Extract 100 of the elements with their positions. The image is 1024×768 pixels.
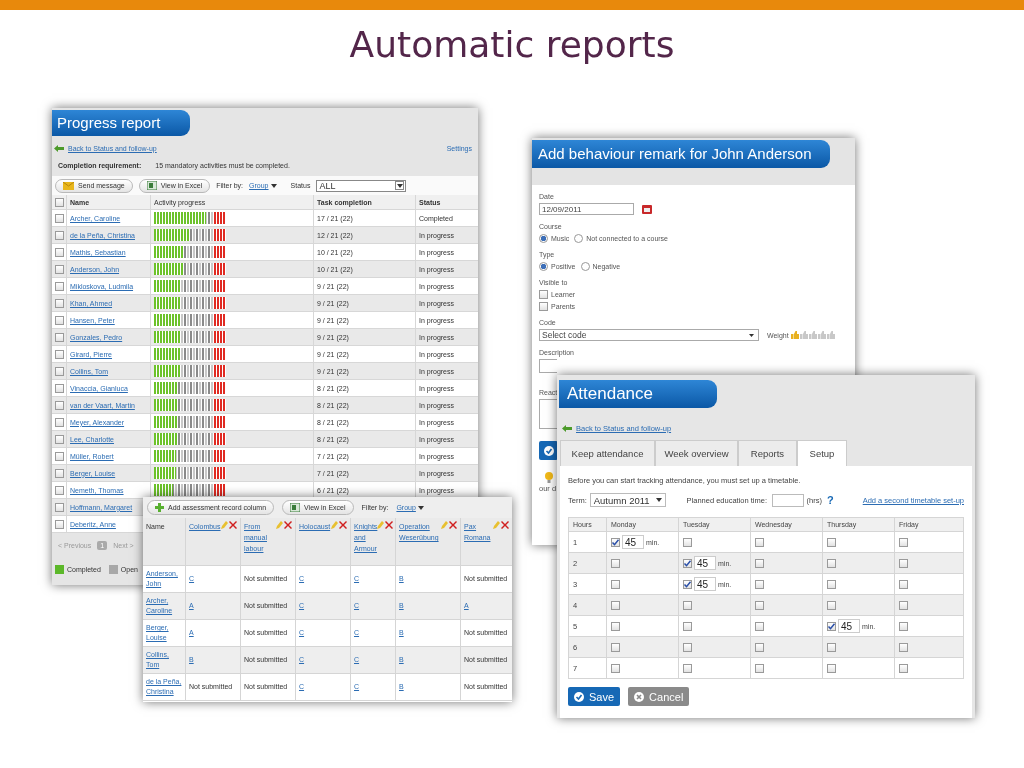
checkbox[interactable] [55,213,64,223]
checkbox[interactable] [683,600,692,610]
minutes-field[interactable]: 45 [694,577,716,591]
checkbox[interactable] [55,332,64,342]
checkbox[interactable] [55,485,64,495]
caret-icon [417,505,424,510]
calendar-icon[interactable] [642,204,652,214]
checkbox[interactable] [683,621,692,631]
checkbox[interactable] [611,558,620,568]
checkbox[interactable] [899,663,908,673]
checkbox[interactable] [755,537,764,547]
code-select[interactable]: Select code [539,329,759,341]
checkbox[interactable] [55,434,64,444]
checkbox[interactable] [683,537,692,547]
checkbox[interactable] [55,417,64,427]
delete-icon[interactable] [229,521,237,529]
checkbox[interactable] [611,537,620,547]
spreadsheet-icon [290,503,301,512]
checkbox[interactable] [899,537,908,547]
checkbox[interactable] [55,366,64,376]
checkbox[interactable] [755,558,764,568]
checkbox[interactable] [683,663,692,673]
radio-button[interactable] [539,234,548,243]
checkbox[interactable] [899,642,908,652]
panel-title: Attendance [559,380,717,408]
caret-icon [655,498,662,502]
checkbox[interactable] [827,579,836,589]
checkbox[interactable] [899,600,908,610]
close-icon [634,691,645,702]
help-link[interactable]: ? [826,494,834,506]
delete-icon[interactable] [449,521,457,529]
checkbox[interactable] [55,502,64,512]
tab[interactable]: Keep attendance [560,440,655,466]
checkbox[interactable] [55,451,64,461]
delete-icon[interactable] [284,521,292,529]
checkbox[interactable] [755,600,764,610]
checkbox[interactable] [539,302,548,311]
checkbox[interactable] [611,600,620,610]
checkbox[interactable] [611,663,620,673]
back-arrow-icon [54,143,64,153]
select-all-checkbox[interactable] [55,197,64,207]
status-select[interactable]: ALL [316,179,407,192]
date-field[interactable]: 12/09/2011 [539,203,634,215]
description-field[interactable] [539,359,557,373]
checkbox[interactable] [611,579,620,589]
checkbox[interactable] [55,281,64,291]
delete-icon[interactable] [339,521,347,529]
checkbox[interactable] [827,642,836,652]
checkbox[interactable] [899,558,908,568]
tab[interactable]: Reports [738,440,797,466]
delete-icon[interactable] [385,521,394,529]
checkbox[interactable] [55,315,64,325]
check-icon [574,691,584,702]
checkbox[interactable] [55,468,64,478]
checkbox[interactable] [827,663,836,673]
delete-icon[interactable] [501,521,509,529]
term-select[interactable]: Autumn 2011 [589,493,666,507]
envelope-icon [63,181,74,190]
caret-icon [396,183,403,188]
minutes-field[interactable]: 45 [622,535,644,549]
checkbox[interactable] [55,383,64,393]
radio-button[interactable] [574,234,584,243]
check-icon [543,445,554,456]
checkbox[interactable] [755,663,764,673]
checkbox[interactable] [55,400,64,410]
checkbox[interactable] [755,642,764,652]
checkbox[interactable] [827,537,836,547]
checkbox[interactable] [539,290,548,299]
checkbox[interactable] [755,621,764,631]
checkbox[interactable] [55,298,64,308]
minutes-field[interactable]: 45 [838,619,860,633]
checkbox[interactable] [827,600,836,610]
checkbox[interactable] [55,349,64,359]
checkbox[interactable] [755,579,764,589]
cancel-button[interactable]: Cancel [628,687,690,706]
planned-time-field[interactable] [772,493,804,507]
checkbox[interactable] [55,519,64,529]
checkbox[interactable] [899,621,908,631]
checkbox[interactable] [899,579,908,589]
checkbox[interactable] [55,264,64,274]
checkbox[interactable] [827,558,836,568]
checkbox[interactable] [683,642,692,652]
tab[interactable]: Week overview [655,440,738,466]
checkbox[interactable] [55,247,64,257]
checkbox[interactable] [55,230,64,240]
caret-icon [749,333,754,337]
light-bulb-icon [545,472,553,483]
spreadsheet-icon [146,181,157,190]
tab[interactable]: Setup [797,440,847,466]
panel-title: Add behaviour remark for John Anderson [532,140,830,168]
checkbox[interactable] [827,621,836,631]
radio-button[interactable] [580,262,590,271]
checkbox[interactable] [611,621,620,631]
checkbox[interactable] [683,579,692,589]
radio-button[interactable] [539,262,548,271]
minutes-field[interactable]: 45 [694,556,716,570]
save-button[interactable]: Save [568,687,621,706]
checkbox[interactable] [683,558,692,568]
caret-icon [270,183,277,188]
checkbox[interactable] [611,642,620,652]
